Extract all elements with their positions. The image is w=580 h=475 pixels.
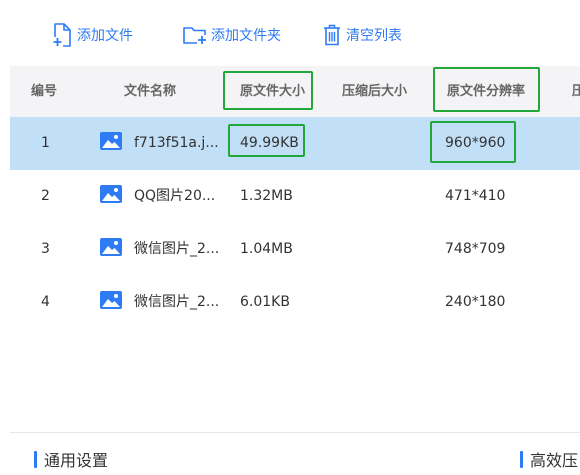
row-original-size: 49.99KB	[240, 135, 299, 151]
image-file-icon	[100, 185, 122, 203]
row-index: 4	[41, 294, 50, 310]
trash-icon	[323, 24, 341, 46]
header-next-column: 压	[572, 84, 580, 99]
image-file-icon	[100, 238, 122, 256]
clear-list-button[interactable]: 清空列表	[323, 22, 402, 48]
row-original-size: 1.04MB	[240, 241, 293, 257]
header-compressed-size: 压缩后大小	[342, 84, 408, 99]
efficient-compression-title: 高效压	[530, 451, 579, 470]
add-folder-button[interactable]: 添加文件夹	[183, 22, 281, 48]
row-file-name: QQ图片20...	[134, 188, 216, 204]
general-settings-section: 通用设置	[34, 448, 108, 470]
header-file-name: 文件名称	[124, 84, 177, 99]
table-row[interactable]: 1 f713f51a.j... 49.99KB 960*960	[10, 117, 580, 170]
toolbar: 添加文件 添加文件夹 清空列表	[0, 0, 580, 66]
row-original-size: 6.01KB	[240, 294, 290, 310]
row-index: 2	[41, 188, 50, 204]
add-file-icon	[52, 23, 72, 47]
add-file-button[interactable]: 添加文件	[52, 22, 133, 48]
row-original-size: 1.32MB	[240, 188, 293, 204]
table-row[interactable]: 2 QQ图片20... 1.32MB 471*410	[10, 170, 580, 223]
header-index: 编号	[31, 84, 58, 99]
row-original-resolution: 240*180	[445, 294, 506, 310]
section-accent-bar	[34, 450, 37, 468]
row-original-resolution: 748*709	[445, 241, 506, 257]
general-settings-title: 通用设置	[44, 451, 109, 470]
row-file-name: 微信图片_2...	[134, 241, 220, 257]
efficient-compression-section: 高效压	[520, 448, 578, 470]
table-row[interactable]: 4 微信图片_2... 6.01KB 240*180	[10, 276, 580, 329]
image-file-icon	[100, 132, 122, 150]
row-original-resolution: 471*410	[445, 188, 506, 204]
row-original-resolution: 960*960	[445, 135, 506, 151]
image-file-icon	[100, 291, 122, 309]
section-divider	[10, 432, 580, 433]
table-header: 编号 文件名称 原文件大小 压缩后大小 原文件分辨率 压	[10, 66, 580, 117]
clear-list-label: 清空列表	[346, 28, 402, 44]
row-file-name: f713f51a.j...	[134, 135, 219, 151]
add-folder-label: 添加文件夹	[211, 28, 281, 44]
section-accent-bar	[520, 450, 523, 468]
row-file-name: 微信图片_2...	[134, 294, 220, 310]
table-row[interactable]: 3 微信图片_2... 1.04MB 748*709	[10, 223, 580, 276]
header-original-size: 原文件大小	[240, 84, 306, 99]
row-index: 1	[41, 135, 50, 151]
row-index: 3	[41, 241, 50, 257]
header-original-resolution: 原文件分辨率	[447, 84, 526, 99]
add-folder-icon	[183, 25, 207, 45]
add-file-label: 添加文件	[77, 28, 133, 44]
